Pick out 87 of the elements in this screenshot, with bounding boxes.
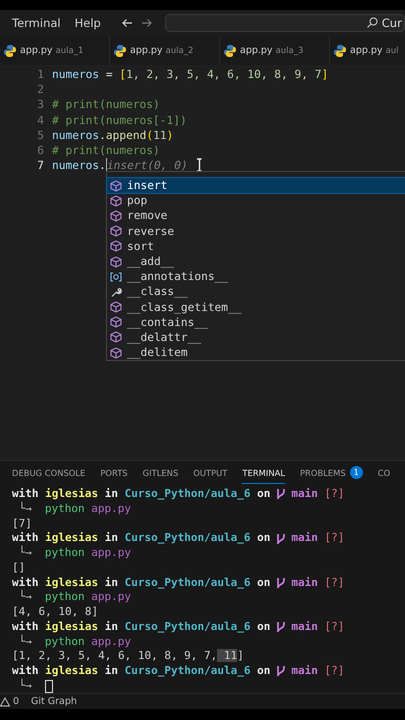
suggestion-item[interactable]: pop [107,193,405,208]
code-line: # print(numeros[-1]) [52,112,187,128]
panel-tab[interactable]: CO [378,462,390,484]
arrow-icon: └→ [12,502,32,516]
line-number: 4 [36,112,44,128]
suggestion-item[interactable]: __class_getitem__ [107,300,405,315]
search-field[interactable]: Cur [164,14,405,32]
panel-tab[interactable]: TERMINAL [242,462,285,484]
panel-tab[interactable]: PROBLEMS 1 [300,462,363,484]
branch-icon [275,621,286,634]
branch-text: main [?] [291,664,344,679]
cube-icon [110,316,122,328]
suggestion-item[interactable]: __delitem [107,345,405,360]
command-text: python app.py [44,546,131,561]
file-type-icon [333,44,347,58]
command-text: python app.py [44,634,131,650]
branch-icon [275,665,286,678]
panel-tab[interactable]: PORTS [100,462,128,484]
prompt-text: with iglesias in Curso_Python/aula_6 on [12,576,270,590]
line-number: 6 [36,142,44,158]
suggestion-item[interactable]: reverse [107,224,405,239]
text-cursor-icon [196,158,203,172]
suggestion-item[interactable]: insert [107,178,405,194]
forward-arrow-icon[interactable] [140,17,153,29]
wrench-icon [110,286,122,298]
back-arrow-icon[interactable] [120,17,133,29]
output-text: [4, 6, 10, 8] [12,605,98,620]
warnings-count[interactable]: 0 [0,696,20,707]
status-item[interactable]: Git Graph [31,696,77,707]
branch-icon [275,532,286,545]
arrow-icon: └→ [12,678,32,693]
suggestion-item[interactable]: remove [107,208,405,224]
suggestion-item[interactable]: __add__ [107,254,405,270]
prompt-text: with iglesias in Curso_Python/aula_6 on [12,664,270,678]
branch-text: main [?] [291,620,344,634]
command-text: python app.py [44,502,131,516]
cube-icon [110,225,122,238]
command-text: python app.py [44,590,131,605]
panel-tab[interactable]: DEBUG CONSOLE [12,462,86,484]
code-line: # print(numeros) [52,97,160,113]
cube-icon [110,301,122,314]
suggestion-item[interactable]: __annotations__ [107,269,405,284]
file-type-icon [223,44,237,58]
file-type-icon [113,44,127,58]
suggestion-item[interactable]: sort [107,238,405,254]
arrow-icon: └→ [12,546,32,561]
code-line: numeros = [1, 2, 3, 5, 4, 6, 10, 8, 9, 7] [52,67,328,82]
bracketed-circle-icon [110,270,122,283]
suggestion-item[interactable]: __class__ [107,284,405,300]
code-line: numeros.append(11) [52,128,174,143]
branch-icon [275,576,286,589]
cube-icon [110,346,122,359]
cube-icon [110,256,122,268]
prompt-text: with iglesias in Curso_Python/aula_6 on [12,531,270,546]
file-type-icon [3,44,17,58]
menu-item[interactable]: Help [74,16,101,30]
line-number: 7 [36,158,44,174]
line-number: 3 [36,97,44,113]
count-badge: 1 [350,466,363,479]
cube-icon [110,180,122,192]
cube-icon [110,194,122,207]
cube-icon [110,240,122,252]
search-icon [366,17,378,29]
cube-icon [110,331,122,344]
arrow-icon: └→ [12,634,32,650]
branch-icon [275,488,286,500]
line-number: 5 [36,128,44,143]
cube-icon [110,210,122,222]
branch-text: main [?] [291,487,344,502]
suggestion-item[interactable]: __contains__ [107,314,405,330]
line-number: 1 [36,67,44,82]
suggestion-item[interactable]: __delattr__ [107,330,405,346]
prompt-text: with iglesias in Curso_Python/aula_6 on [12,620,270,634]
arrow-icon: └→ [12,590,32,605]
warning-icon [0,696,10,706]
panel-tab[interactable]: OUTPUT [193,462,228,484]
menu-item[interactable]: Terminal [12,16,61,30]
panel-tab[interactable]: GITLENS [142,462,178,484]
output-text: [1, 2, 3, 5, 4, 6, 10, 8, 9, 7, 11] [12,649,244,664]
line-number: 2 [36,82,44,98]
prompt-text: with iglesias in Curso_Python/aula_6 on [12,487,270,502]
branch-text: main [?] [291,531,344,546]
code-line: numeros.insert(0, 0) [52,158,188,174]
output-text: [7] [12,516,32,532]
output-text: [] [12,560,26,576]
code-line: # print(numeros) [52,142,160,158]
branch-text: main [?] [291,576,344,590]
